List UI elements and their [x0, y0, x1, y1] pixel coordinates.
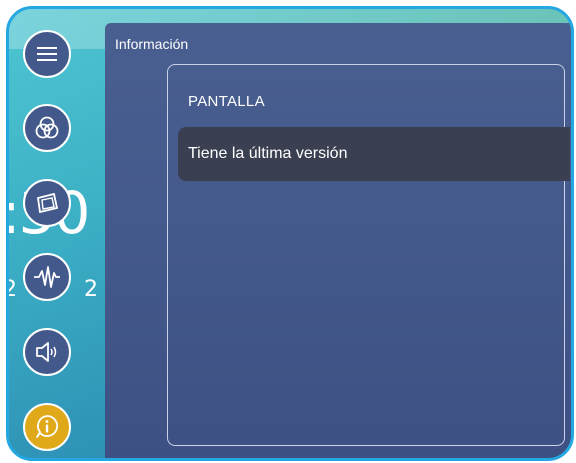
- update-status-row[interactable]: Tiene la última versión: [178, 127, 570, 181]
- menu-icon: [37, 47, 57, 61]
- speaker-icon: [36, 342, 57, 362]
- content-box: PANTALLA Tiene la última versión: [167, 64, 570, 446]
- display-frame-icon: [36, 192, 59, 214]
- waveform-icon: [34, 266, 60, 288]
- panel-title: Información: [115, 36, 189, 52]
- info-icon: [36, 415, 59, 438]
- info-panel: Información PANTALLA Tiene la última ver…: [105, 23, 571, 458]
- color-circles-icon: [35, 116, 59, 139]
- info-button[interactable]: [23, 403, 71, 451]
- color-settings-button[interactable]: [23, 104, 71, 152]
- device-screen: :30 2 20 Información PANTALLA Tiene la ú…: [6, 6, 574, 461]
- display-settings-button[interactable]: [23, 179, 71, 227]
- section-label: PANTALLA: [188, 93, 265, 110]
- sound-button[interactable]: [23, 328, 71, 376]
- audio-wave-button[interactable]: [23, 253, 71, 301]
- update-status-text: Tiene la última versión: [188, 145, 348, 162]
- menu-button[interactable]: [23, 30, 71, 78]
